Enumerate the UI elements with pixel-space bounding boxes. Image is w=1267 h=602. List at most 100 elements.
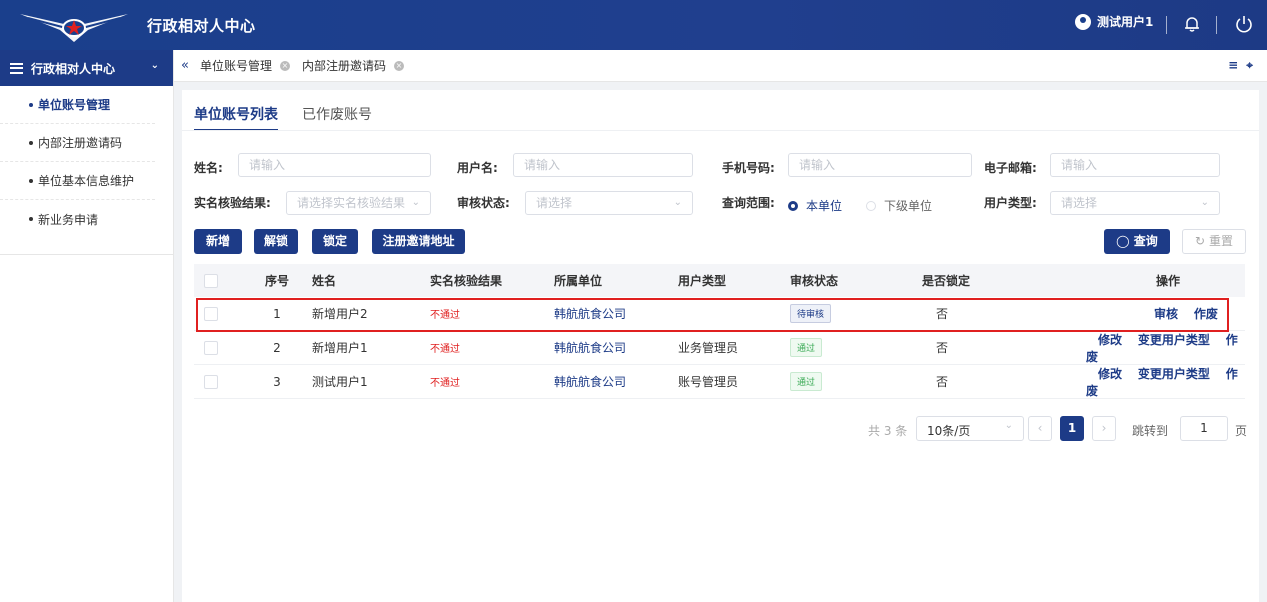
scope-radio-sub-unit[interactable]: 下级单位 [866, 197, 932, 214]
bullet-icon [29, 217, 33, 221]
reset-button[interactable]: ↻ 重置 [1182, 229, 1246, 254]
page-1-button[interactable]: 1 [1060, 416, 1084, 441]
next-page-button[interactable]: › [1092, 416, 1116, 441]
scope-sub-label: 下级单位 [884, 199, 933, 213]
subtab-voided-accounts[interactable]: 已作废账号 [302, 104, 372, 131]
add-button[interactable]: 新增 [194, 229, 242, 254]
sidebar-title: 行政相对人中心 [31, 61, 116, 76]
page-suffix: 页 [1235, 424, 1248, 438]
scope-label: 查询范围: [722, 196, 775, 210]
tab-account-management[interactable]: 单位账号管理 × [194, 50, 296, 82]
realname-label: 实名核验结果: [194, 196, 271, 210]
sidebar-item-account-management[interactable]: 单位账号管理 [0, 86, 155, 124]
name-input[interactable]: 请输入 [238, 153, 431, 177]
row-ops: 修改 变更用户类型 作废 [1074, 331, 1244, 365]
status-badge: 通过 [790, 338, 823, 357]
sidebar-item-invite-code[interactable]: 内部注册邀请码 [0, 124, 155, 162]
change-usertype-link[interactable]: 变更用户类型 [1138, 333, 1210, 347]
usertype-select[interactable]: 请选择 ⌄ [1050, 191, 1220, 215]
row-locked: 否 [936, 375, 949, 389]
row-unit: 韩航航食公司 [554, 375, 627, 389]
sidebar-header[interactable]: 行政相对人中心 ⌄ [0, 50, 173, 86]
subtab-account-list[interactable]: 单位账号列表 [194, 104, 278, 131]
airline-wings-logo [20, 14, 128, 42]
tab-invite-code[interactable]: 内部注册邀请码 × [296, 50, 410, 82]
realname-select[interactable]: 请选择实名核验结果 ⌄ [286, 191, 431, 215]
fullscreen-icon[interactable]: ⌖ [1246, 58, 1253, 73]
col-no: 序号 [264, 274, 289, 288]
subtab-divider [182, 130, 1259, 131]
row-usertype: 业务管理员 [678, 341, 739, 355]
power-icon[interactable] [1234, 14, 1254, 34]
phone-input[interactable]: 请输入 [788, 153, 972, 177]
close-icon[interactable]: × [280, 60, 291, 71]
row-realname: 不通过 [430, 344, 460, 355]
change-usertype-link[interactable]: 变更用户类型 [1138, 367, 1210, 381]
edit-link[interactable]: 修改 [1098, 333, 1122, 347]
bullet-icon [29, 103, 33, 107]
phone-label: 手机号码: [722, 161, 775, 175]
col-name: 姓名 [312, 274, 337, 288]
refresh-icon: ↻ [1195, 234, 1206, 248]
jump-page-input[interactable]: 1 [1180, 416, 1228, 441]
name-label: 姓名: [194, 161, 223, 175]
username-input[interactable]: 请输入 [513, 153, 693, 177]
col-unit: 所属单位 [554, 274, 603, 288]
user-avatar-icon [1075, 13, 1091, 30]
sidebar-item-new-business[interactable]: 新业务申请 [0, 200, 155, 238]
list-menu-icon[interactable]: ≡ [1228, 58, 1238, 73]
top-header: 行政相对人中心 测试用户1 [0, 0, 1267, 50]
lock-button[interactable]: 锁定 [312, 229, 358, 254]
status-badge: 通过 [790, 372, 823, 391]
row-usertype: 账号管理员 [678, 375, 739, 389]
audit-select[interactable]: 请选择 ⌄ [525, 191, 693, 215]
select-all-checkbox[interactable] [204, 273, 218, 288]
page-size-value: 10条/页 [927, 424, 971, 438]
sidebar-item-label: 单位基本信息维护 [38, 174, 135, 188]
sidebar-item-label: 单位账号管理 [38, 98, 111, 112]
chevron-down-icon: ⌄ [1200, 197, 1209, 208]
row-locked: 否 [936, 341, 949, 355]
select-all-cell [194, 273, 252, 288]
row-no: 3 [273, 374, 281, 389]
page-size-select[interactable]: 10条/页 ⌄ [916, 416, 1024, 441]
search-icon: ◯ [1116, 234, 1130, 248]
unlock-button[interactable]: 解锁 [254, 229, 298, 254]
row-select-cell [194, 374, 252, 389]
user-menu[interactable]: 测试用户1 [1075, 13, 1153, 30]
tab-bar: « 单位账号管理 × 内部注册邀请码 × ≡ ⌖ [174, 50, 1267, 82]
close-icon[interactable]: × [394, 60, 405, 71]
chevron-down-icon: ⌄ [150, 60, 159, 71]
col-usertype: 用户类型 [678, 274, 727, 288]
chevron-down-icon: ⌄ [673, 197, 682, 208]
audit-label: 审核状态: [457, 196, 510, 210]
row-name: 测试用户1 [312, 375, 368, 389]
header-divider [1166, 16, 1167, 34]
invite-address-button[interactable]: 注册邀请地址 [372, 229, 465, 254]
chevron-down-icon: ⌄ [1004, 420, 1013, 431]
bullet-icon [29, 179, 33, 183]
table-header-row: 序号 姓名 实名核验结果 所属单位 用户类型 审核状态 是否锁定 操作 [194, 264, 1245, 297]
col-realname: 实名核验结果 [430, 274, 503, 288]
reset-button-label: 重置 [1208, 234, 1233, 248]
app-title: 行政相对人中心 [147, 17, 256, 35]
edit-link[interactable]: 修改 [1098, 367, 1122, 381]
pagination-total: 共 3 条 [868, 424, 908, 438]
double-chevron-left-icon[interactable]: « [176, 58, 194, 73]
usertype-select-value: 请选择 [1061, 196, 1098, 210]
prev-page-button[interactable]: ‹ [1028, 416, 1052, 441]
bell-icon[interactable] [1182, 14, 1202, 34]
sidebar: 行政相对人中心 ⌄ 单位账号管理 内部注册邀请码 单位基本信息维护 新业务申请 [0, 50, 174, 602]
scope-radio-this-unit[interactable]: 本单位 [788, 197, 842, 214]
tab-label: 内部注册邀请码 [302, 59, 387, 73]
subtabs: 单位账号列表 已作废账号 [194, 104, 396, 131]
search-button[interactable]: ◯ 查询 [1104, 229, 1170, 254]
sidebar-item-unit-info[interactable]: 单位基本信息维护 [0, 162, 155, 200]
tab-label: 单位账号管理 [200, 59, 273, 73]
row-no: 2 [273, 340, 281, 355]
row-unit: 韩航航食公司 [554, 341, 627, 355]
radio-checked-icon [788, 200, 798, 211]
email-input[interactable]: 请输入 [1050, 153, 1220, 177]
row-checkbox[interactable] [204, 374, 218, 389]
row-checkbox[interactable] [204, 340, 218, 355]
